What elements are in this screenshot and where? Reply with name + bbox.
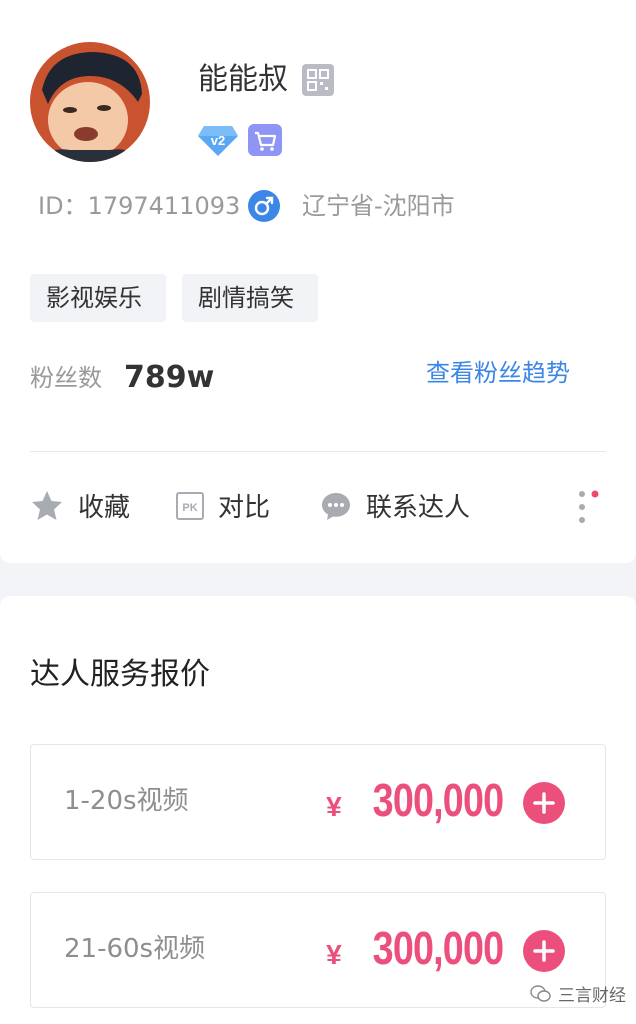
category-tag[interactable]: 影视娱乐 xyxy=(30,274,166,322)
level-badge-text: v2 xyxy=(211,133,225,148)
more-vertical-icon[interactable] xyxy=(574,488,604,528)
favorite-button[interactable]: 收藏 xyxy=(30,488,130,528)
price-currency: ¥ xyxy=(326,791,342,822)
profile-location: 辽宁省-沈阳市 xyxy=(302,192,455,220)
divider xyxy=(30,451,606,452)
pk-icon: PK xyxy=(176,492,204,524)
fans-label: 粉丝数 xyxy=(30,364,102,392)
star-icon xyxy=(30,489,64,527)
price-currency: ¥ xyxy=(326,939,342,970)
price-item[interactable]: 21-60s视频 ¥ 300,000 xyxy=(30,892,606,1008)
price-item-value: ¥ 300,000 xyxy=(326,773,504,829)
price-item-value: ¥ 300,000 xyxy=(326,921,504,977)
compare-button[interactable]: PK 对比 xyxy=(176,488,270,528)
qrcode-icon[interactable] xyxy=(302,64,334,96)
wechat-icon xyxy=(530,985,552,1007)
v2-diamond-icon: v2 xyxy=(198,124,238,156)
plus-icon[interactable] xyxy=(523,782,565,824)
fans-count: 789w xyxy=(124,360,215,395)
chat-bubble-icon xyxy=(320,490,352,526)
pk-icon-text: PK xyxy=(182,502,197,514)
compare-label: 对比 xyxy=(218,493,271,523)
male-icon xyxy=(248,190,280,222)
profile-id: ID：1797411093 xyxy=(38,192,241,220)
price-amount: 300,000 xyxy=(372,922,503,974)
watermark-text: 三言财经 xyxy=(558,986,626,1006)
shopping-cart-icon[interactable] xyxy=(248,124,282,156)
price-item-name: 21-60s视频 xyxy=(64,934,206,964)
plus-icon[interactable] xyxy=(523,930,565,972)
favorite-label: 收藏 xyxy=(78,493,131,523)
contact-button[interactable]: 联系达人 xyxy=(320,488,470,528)
profile-card: 能能叔 v2 ID：1797411093 辽宁省-沈阳市 影视娱乐 剧情搞笑 粉… xyxy=(0,0,636,563)
price-item-name: 1-20s视频 xyxy=(64,786,189,816)
notification-dot xyxy=(591,490,599,498)
watermark: 三言财经 xyxy=(530,984,626,1008)
fans-trend-link[interactable]: 查看粉丝趋势 xyxy=(426,356,570,390)
profile-name: 能能叔 xyxy=(198,62,288,97)
category-tag[interactable]: 剧情搞笑 xyxy=(182,274,318,322)
pricing-title: 达人服务报价 xyxy=(30,657,210,692)
price-amount: 300,000 xyxy=(372,774,503,826)
contact-label: 联系达人 xyxy=(366,493,471,523)
avatar[interactable] xyxy=(30,42,150,162)
price-item[interactable]: 1-20s视频 ¥ 300,000 xyxy=(30,744,606,860)
